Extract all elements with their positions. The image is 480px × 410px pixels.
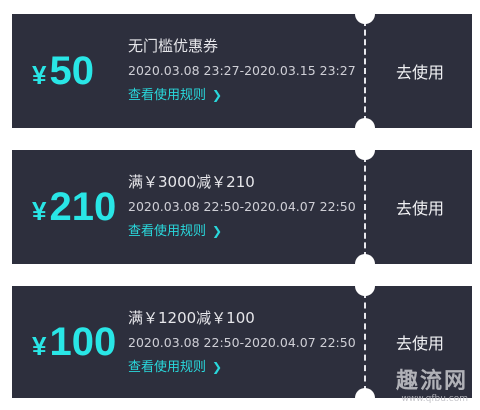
- dashed-divider: [364, 20, 366, 122]
- chevron-right-icon: ❯: [212, 88, 223, 102]
- coupon-value: 100: [49, 319, 117, 364]
- coupon-title: 满￥1200减￥100: [128, 309, 255, 327]
- coupon-card: ¥ 210 满￥3000减￥210 2020.03.08 22:50-2020.…: [12, 140, 472, 274]
- use-coupon-button[interactable]: 去使用: [368, 14, 472, 128]
- coupon-list-page: ¥ 50 无门槛优惠券 2020.03.08 23:27-2020.03.15 …: [0, 0, 480, 410]
- coupon-amount: ¥ 100: [32, 286, 116, 398]
- currency-symbol: ¥: [32, 330, 47, 361]
- use-coupon-button[interactable]: 去使用: [368, 286, 472, 398]
- coupon-card: ¥ 100 满￥1200减￥100 2020.03.08 22:50-2020.…: [12, 276, 472, 408]
- coupon-amount: ¥ 210: [32, 150, 116, 264]
- coupon-info: 无门槛优惠券 2020.03.08 23:27-2020.03.15 23:27…: [128, 36, 368, 105]
- coupon-validity: 2020.03.08 22:50-2020.04.07 22:50: [128, 335, 356, 350]
- coupon-info: 满￥3000减￥210 2020.03.08 22:50-2020.04.07 …: [128, 172, 368, 241]
- coupon-info: 满￥1200减￥100 2020.03.08 22:50-2020.04.07 …: [128, 308, 368, 377]
- coupon-title: 满￥3000减￥210: [128, 173, 255, 191]
- currency-symbol: ¥: [32, 59, 47, 90]
- currency-symbol: ¥: [32, 195, 47, 226]
- view-rules-link[interactable]: 查看使用规则 ❯: [128, 222, 368, 241]
- dashed-divider: [364, 292, 366, 392]
- coupon-amount: ¥ 50: [32, 14, 94, 128]
- coupon-title: 无门槛优惠券: [128, 37, 219, 55]
- view-rules-label: 查看使用规则: [128, 88, 207, 103]
- coupon-card: ¥ 50 无门槛优惠券 2020.03.08 23:27-2020.03.15 …: [12, 4, 472, 138]
- chevron-right-icon: ❯: [212, 360, 223, 374]
- dashed-divider: [364, 156, 366, 258]
- coupon-value: 50: [49, 48, 94, 93]
- view-rules-link[interactable]: 查看使用规则 ❯: [128, 86, 368, 105]
- view-rules-link[interactable]: 查看使用规则 ❯: [128, 358, 368, 377]
- view-rules-label: 查看使用规则: [128, 224, 207, 239]
- coupon-validity: 2020.03.08 22:50-2020.04.07 22:50: [128, 199, 356, 214]
- coupon-value: 210: [49, 184, 117, 229]
- coupon-validity: 2020.03.08 23:27-2020.03.15 23:27: [128, 63, 356, 78]
- view-rules-label: 查看使用规则: [128, 360, 207, 375]
- chevron-right-icon: ❯: [212, 224, 223, 238]
- use-coupon-button[interactable]: 去使用: [368, 150, 472, 264]
